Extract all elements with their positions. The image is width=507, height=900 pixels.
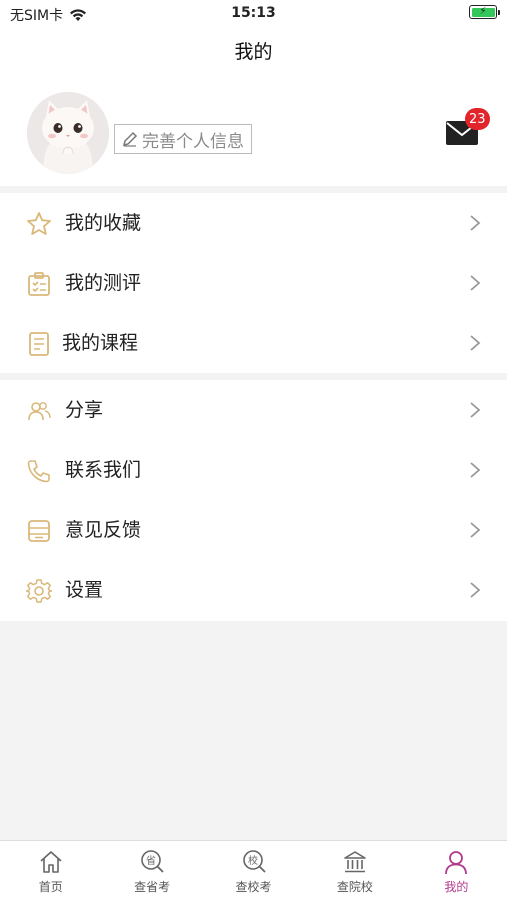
status-time: 15:13 [231, 5, 276, 21]
menu-group-general: 分享 联系我们 意见反馈 设置 [0, 380, 507, 621]
menu-item-label: 我的测评 [65, 272, 142, 294]
tab-label: 我的 [444, 880, 469, 894]
tab-label: 查省考 [134, 880, 171, 894]
tab-province-exam[interactable]: 省 查省考 [101, 841, 202, 900]
tab-mine[interactable]: 我的 [406, 841, 507, 900]
user-icon [445, 851, 468, 875]
chevron-right-icon [470, 462, 481, 478]
institution-icon [344, 851, 366, 873]
people-icon [28, 402, 51, 421]
menu-item-label: 联系我们 [65, 459, 142, 481]
search-school-icon: 校 [242, 850, 266, 873]
avatar[interactable] [27, 92, 109, 174]
search-province-icon: 省 [141, 850, 164, 873]
profile-header: 完善个人信息 [0, 78, 507, 186]
menu-item-feedback[interactable]: 意见反馈 [0, 500, 507, 560]
menu-item-label: 意见反馈 [65, 519, 142, 541]
edit-profile-label: 完善个人信息 [142, 131, 244, 152]
tab-institutions[interactable]: 查院校 [304, 841, 405, 900]
battery-icon: ⚡ [469, 5, 500, 19]
home-icon [40, 851, 62, 873]
cat-avatar-image [27, 92, 109, 174]
notebook-icon [29, 332, 49, 356]
gear-icon [26, 579, 52, 603]
tab-school-exam[interactable]: 校 查校考 [203, 841, 304, 900]
menu-item-contact[interactable]: 联系我们 [0, 440, 507, 500]
tab-label: 查院校 [336, 880, 373, 894]
svg-text:校: 校 [248, 854, 258, 867]
clipboard-icon [28, 272, 50, 296]
menu-item-favorites[interactable]: 我的收藏 [0, 193, 507, 253]
chevron-right-icon [470, 402, 481, 418]
chevron-right-icon [470, 335, 481, 351]
tab-home[interactable]: 首页 [0, 841, 101, 900]
menu-group-personal: 我的收藏 我的测评 我的课程 [0, 193, 507, 373]
menu-item-label: 设置 [65, 579, 104, 601]
menu-item-courses[interactable]: 我的课程 [0, 313, 507, 373]
menu-item-label: 我的课程 [62, 332, 139, 354]
tab-bar: 首页 省 查省考 校 查校考 查院校 我的 [0, 840, 507, 900]
menu-item-share[interactable]: 分享 [0, 380, 507, 440]
mail-badge: 23 [465, 108, 490, 130]
menu-item-settings[interactable]: 设置 [0, 560, 507, 620]
status-bar: 无SIM卡 15:13 ⚡ [0, 0, 507, 28]
star-icon [27, 212, 51, 235]
tab-label: 查校考 [235, 880, 272, 894]
svg-text:省: 省 [146, 854, 156, 867]
menu-item-label: 我的收藏 [65, 212, 142, 234]
status-right: ⚡ [469, 5, 500, 19]
feedback-icon [28, 520, 50, 542]
page-title: 我的 [0, 28, 507, 78]
chevron-right-icon [470, 582, 481, 598]
chevron-right-icon [470, 522, 481, 538]
edit-profile-button[interactable]: 完善个人信息 [114, 124, 252, 154]
chevron-right-icon [470, 215, 481, 231]
chevron-right-icon [470, 275, 481, 291]
menu-item-label: 分享 [65, 399, 104, 421]
phone-icon [27, 460, 50, 483]
menu-item-assessments[interactable]: 我的测评 [0, 253, 507, 313]
tab-label: 首页 [38, 880, 63, 894]
pencil-icon [122, 131, 138, 147]
